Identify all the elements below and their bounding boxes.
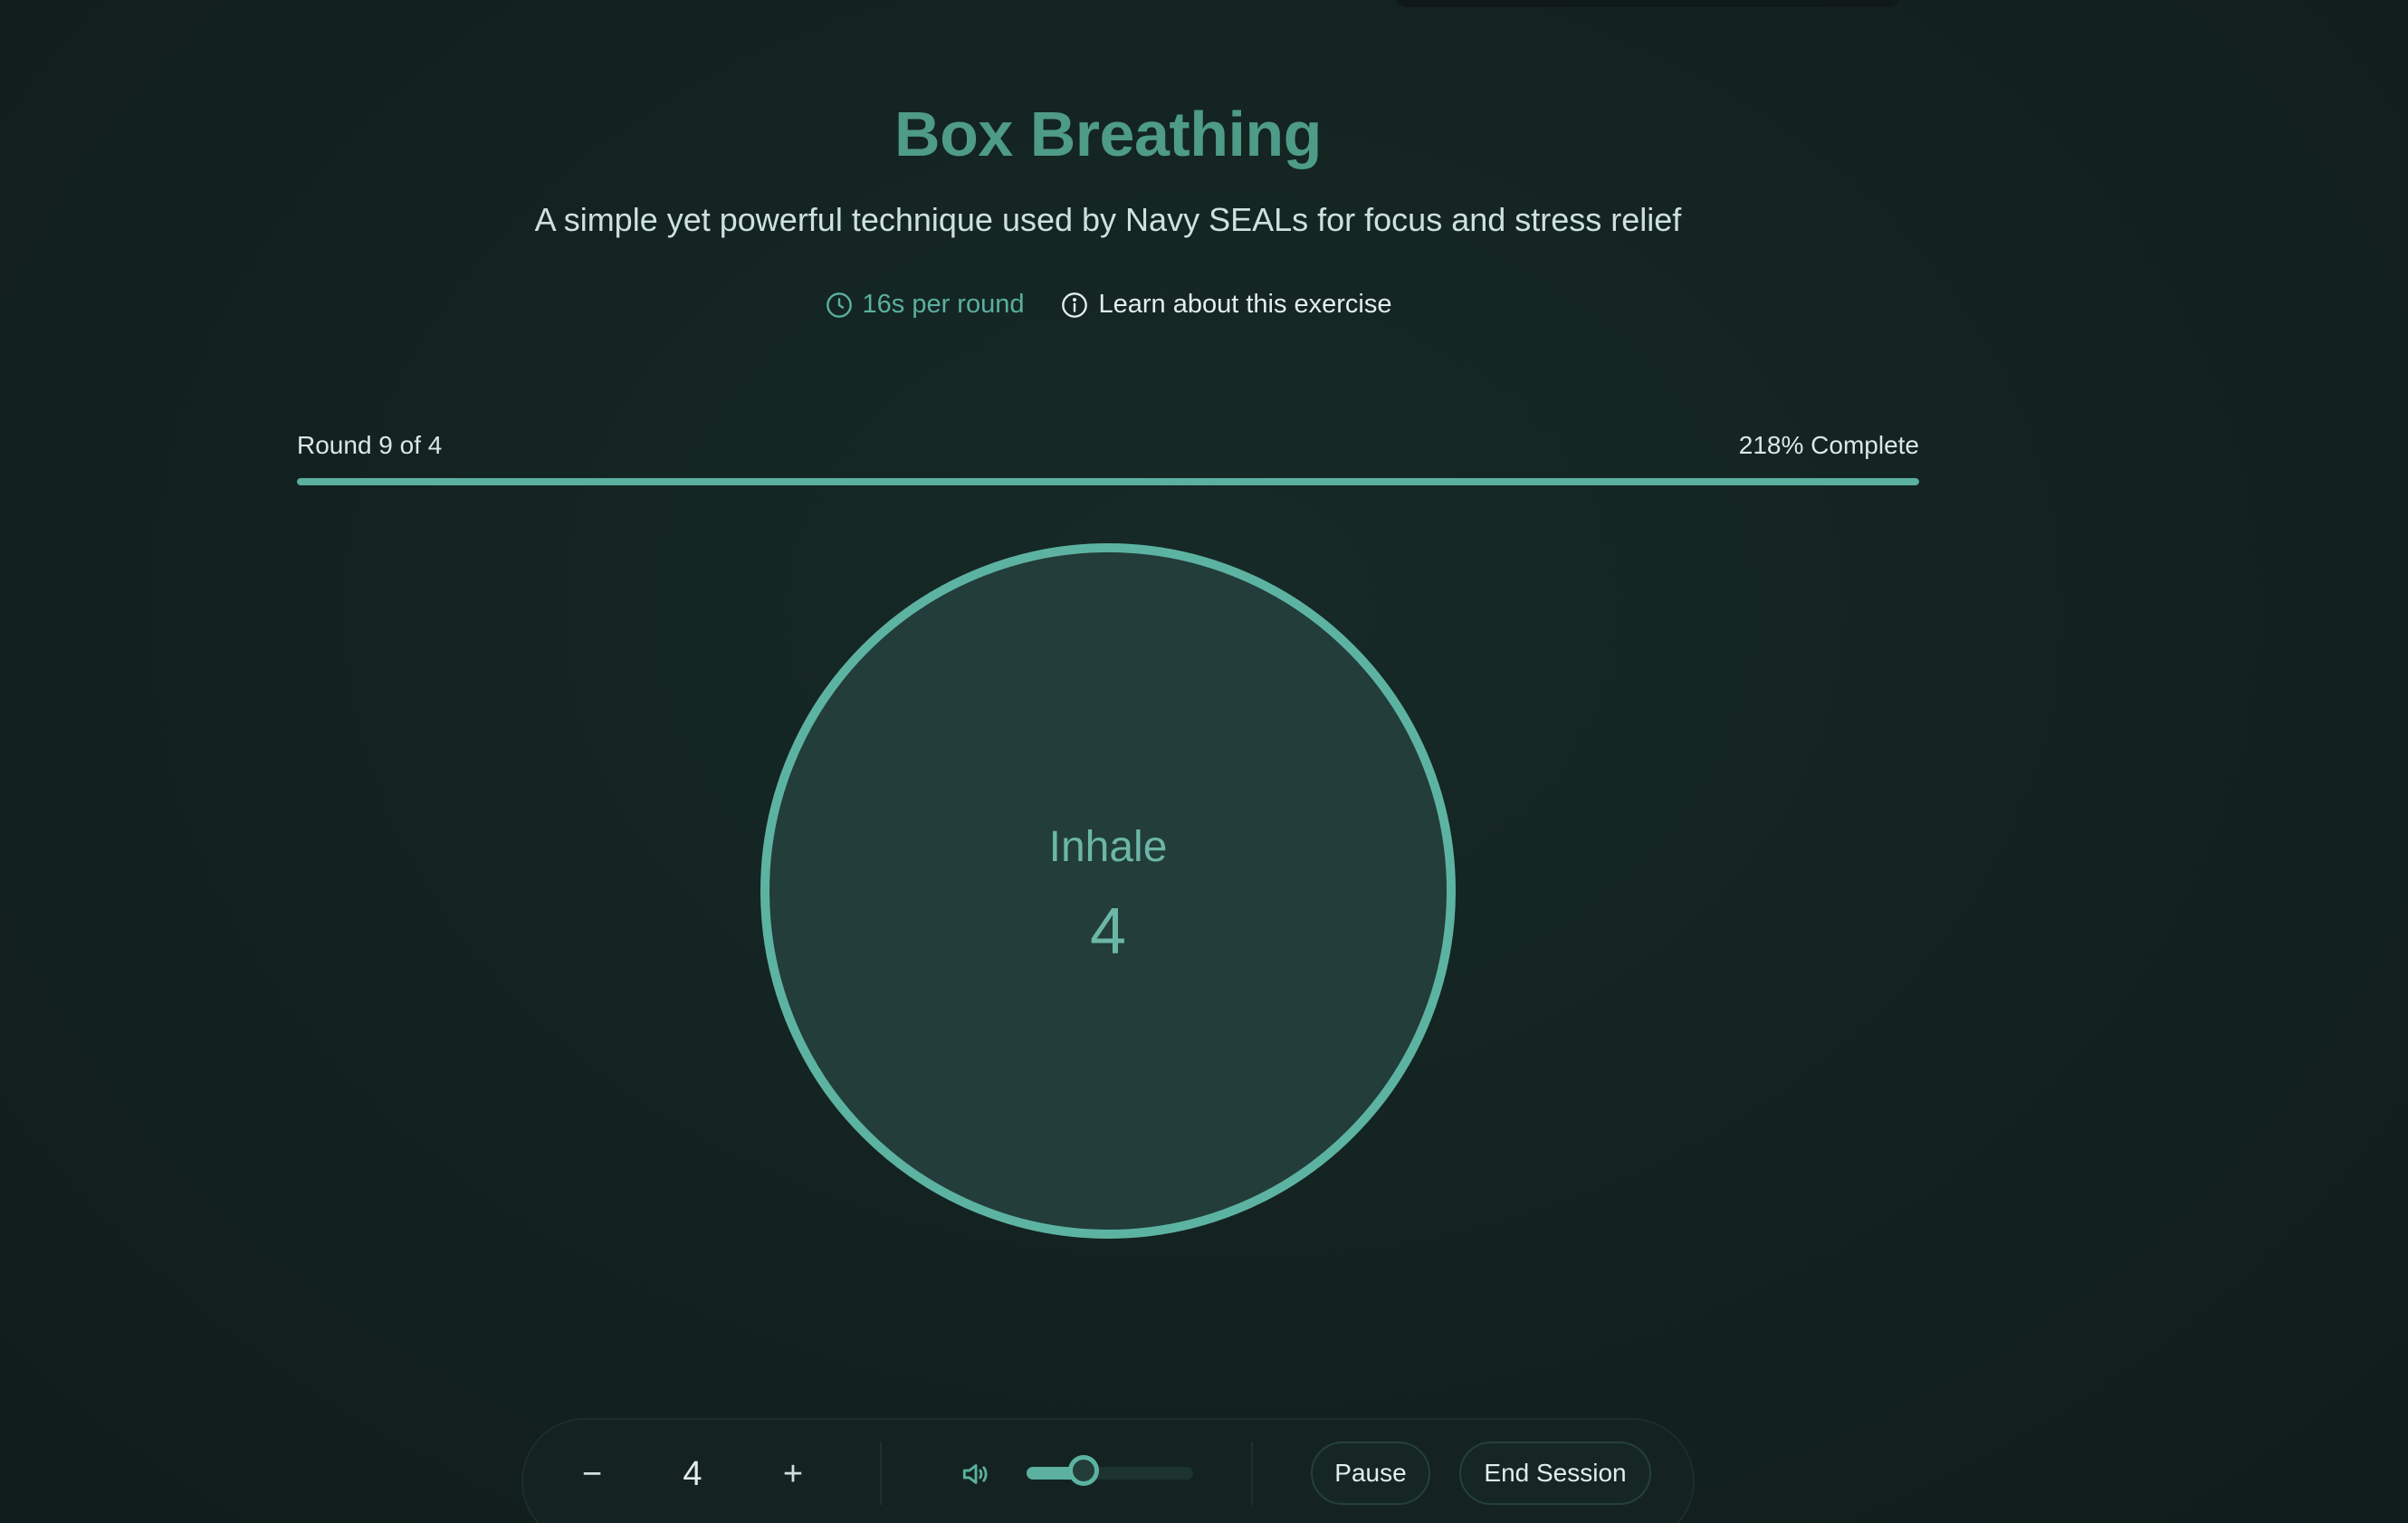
duration-value: 4	[683, 1454, 702, 1493]
clock-icon	[826, 292, 852, 318]
percent-complete: 218% Complete	[1738, 431, 1919, 459]
breathing-circle	[760, 543, 1456, 1239]
breath-phase: Inhale	[1048, 823, 1168, 871]
control-divider	[1251, 1442, 1253, 1505]
pause-button[interactable]: Pause	[1311, 1442, 1430, 1505]
learn-link-text[interactable]: Learn about this exercise	[1098, 290, 1391, 320]
round-duration: 16s per round	[825, 290, 1025, 320]
breath-countdown: 4	[1089, 896, 1127, 968]
progress-fill	[297, 478, 1919, 485]
page-subtitle: A simple yet powerful technique used by …	[534, 201, 1682, 238]
round-duration-text: 16s per round	[862, 290, 1025, 319]
end-session-button[interactable]: End Session	[1459, 1442, 1651, 1505]
control-divider	[880, 1442, 882, 1505]
progress-bar	[297, 478, 1919, 485]
volume-slider-thumb[interactable]	[1067, 1455, 1099, 1486]
app-page: Box Breathing A simple yet powerful tech…	[0, 0, 2408, 1523]
info-icon	[1062, 292, 1088, 318]
volume-slider[interactable]	[1027, 1455, 1193, 1486]
exercise-meta: 16s per round Learn about this exercise	[0, 290, 2216, 320]
progress-labels: Round 9 of 4 218% Complete	[297, 431, 1919, 460]
top-panel-edge	[1394, 0, 1901, 7]
round-counter: Round 9 of 4	[297, 431, 443, 459]
increase-duration-button[interactable]: +	[766, 1447, 820, 1501]
page-title: Box Breathing	[894, 99, 1322, 169]
decrease-duration-button[interactable]: −	[565, 1447, 619, 1501]
learn-link[interactable]: Learn about this exercise	[1060, 290, 1392, 320]
volume-icon[interactable]	[958, 1456, 994, 1492]
